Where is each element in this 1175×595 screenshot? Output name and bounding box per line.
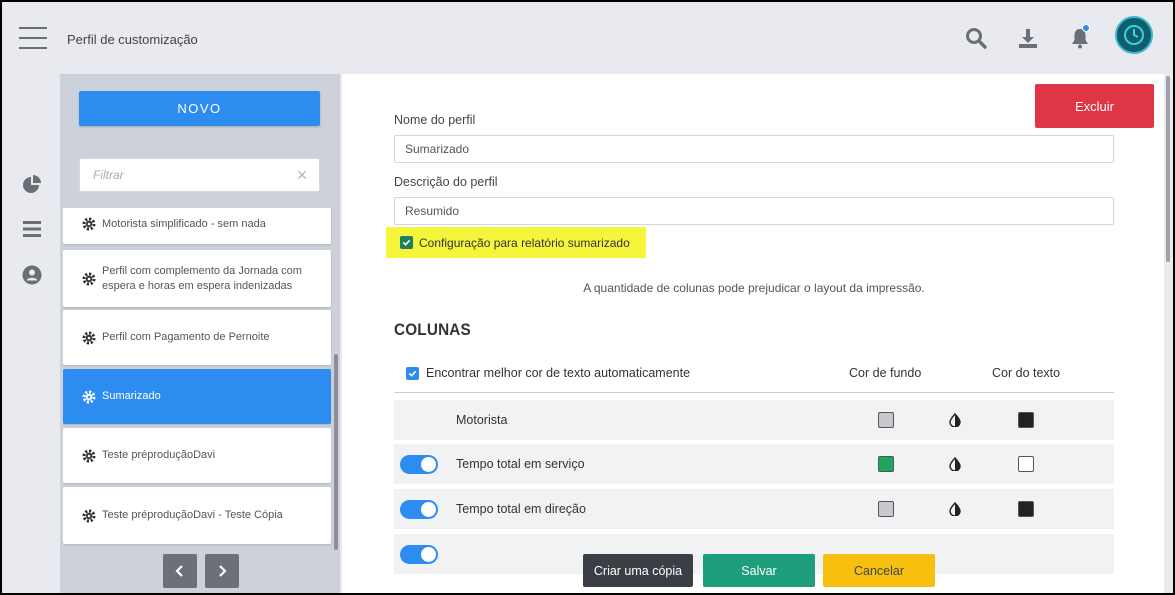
list-item-label: Motorista simplificado - sem nada xyxy=(102,217,266,230)
name-label: Nome do perfil xyxy=(394,113,476,127)
user-icon[interactable] xyxy=(21,264,43,286)
notification-dot xyxy=(1082,24,1090,32)
columns-note: A quantidade de colunas pode prejudicar … xyxy=(583,281,925,295)
list-item-label: Perfil com Pagamento de Pernoite xyxy=(102,331,270,343)
summary-config-label: Configuração para relatório sumarizado xyxy=(419,236,630,250)
profiles-list: Motorista simplificado - sem nada Perfil… xyxy=(63,208,333,550)
bg-color-header: Cor de fundo xyxy=(849,366,922,380)
gear-icon xyxy=(82,331,96,344)
text-color-swatch[interactable] xyxy=(1018,412,1034,428)
next-page-button[interactable] xyxy=(205,554,239,588)
menu-icon[interactable] xyxy=(19,27,47,49)
text-color-swatch[interactable] xyxy=(1018,456,1034,472)
list-item[interactable]: Motorista simplificado - sem nada xyxy=(63,208,331,244)
filter-input[interactable] xyxy=(80,159,290,191)
clear-filter-icon[interactable]: ✕ xyxy=(296,167,308,184)
list-item[interactable]: Perfil com complemento da Jornada com es… xyxy=(63,250,331,307)
download-icon[interactable] xyxy=(1016,26,1040,50)
chevron-right-icon xyxy=(219,565,227,577)
gear-icon xyxy=(82,449,96,462)
gear-icon xyxy=(82,509,96,522)
bg-color-swatch[interactable] xyxy=(878,456,894,472)
page-scrollbar[interactable] xyxy=(1166,76,1170,262)
cancel-button[interactable]: Cancelar xyxy=(823,554,935,587)
create-copy-button[interactable]: Criar uma cópia xyxy=(583,554,693,587)
check-icon xyxy=(408,370,417,377)
search-icon[interactable] xyxy=(964,26,988,50)
profiles-panel: NOVO ✕ Motorista simplificado - sem nada… xyxy=(60,74,340,593)
gear-icon xyxy=(82,390,96,403)
list-item[interactable]: Teste préproduçãoDavi xyxy=(63,428,331,483)
avatar[interactable] xyxy=(1115,16,1153,54)
divider xyxy=(394,392,1114,393)
columns-title: COLUNAS xyxy=(394,320,471,339)
gear-icon xyxy=(82,217,96,231)
top-bar: Perfil de customização xyxy=(2,2,1173,74)
profile-name-input[interactable] xyxy=(394,135,1114,163)
list-item-active[interactable]: Sumarizado xyxy=(63,369,331,424)
check-icon xyxy=(402,239,411,246)
column-toggle[interactable] xyxy=(400,500,438,519)
column-row: Motorista xyxy=(394,400,1114,440)
contrast-icon[interactable] xyxy=(948,413,962,427)
auto-text-color-label: Encontrar melhor cor de texto automatica… xyxy=(426,366,691,380)
list-scrollbar[interactable] xyxy=(334,354,338,550)
profile-editor: Excluir Nome do perfil Descrição do perf… xyxy=(342,74,1164,593)
app-window: Perfil de customização NOVO Filtrar ✕ Mo… xyxy=(2,2,1173,593)
column-name: Motorista xyxy=(456,413,508,427)
list-icon[interactable] xyxy=(21,218,43,240)
chevron-left-icon xyxy=(175,565,183,577)
list-item[interactable]: Perfil com Pagamento de Pernoite xyxy=(63,310,331,365)
save-button[interactable]: Salvar xyxy=(703,554,815,587)
list-item-label: Perfil com complemento da Jornada com es… xyxy=(102,264,302,292)
column-row: Tempo total em direção xyxy=(394,489,1114,529)
profile-description-input[interactable] xyxy=(394,197,1114,225)
description-label: Descrição do perfil xyxy=(394,175,498,189)
clock-icon xyxy=(1124,25,1144,45)
column-row: Tempo total em serviço xyxy=(394,444,1114,484)
text-color-swatch[interactable] xyxy=(1018,501,1034,517)
auto-text-color-checkbox[interactable] xyxy=(406,367,419,380)
bg-color-swatch[interactable] xyxy=(878,501,894,517)
list-item-label: Sumarizado xyxy=(102,390,161,402)
prev-page-button[interactable] xyxy=(163,554,197,588)
list-item-label: Teste préproduçãoDavi - Teste Cópia xyxy=(102,509,283,521)
column-name: Tempo total em serviço xyxy=(456,457,585,471)
pie-chart-icon[interactable] xyxy=(21,174,43,196)
contrast-icon[interactable] xyxy=(948,457,962,471)
column-toggle[interactable] xyxy=(400,545,438,564)
gear-icon xyxy=(82,272,96,285)
bg-color-swatch[interactable] xyxy=(878,412,894,428)
contrast-icon[interactable] xyxy=(948,502,962,516)
text-color-header: Cor do texto xyxy=(992,366,1061,380)
delete-button[interactable]: Excluir xyxy=(1035,84,1154,128)
page-title: Perfil de customização xyxy=(67,32,198,47)
column-name: Tempo total em direção xyxy=(456,502,586,516)
list-item[interactable]: Teste préproduçãoDavi - Teste Cópia xyxy=(63,487,331,544)
column-toggle[interactable] xyxy=(400,455,438,474)
new-profile-button[interactable]: NOVO xyxy=(79,91,320,126)
list-item-label: Teste préproduçãoDavi xyxy=(102,449,216,461)
summary-config-checkbox[interactable] xyxy=(400,236,413,249)
filter-field: ✕ xyxy=(79,158,320,192)
